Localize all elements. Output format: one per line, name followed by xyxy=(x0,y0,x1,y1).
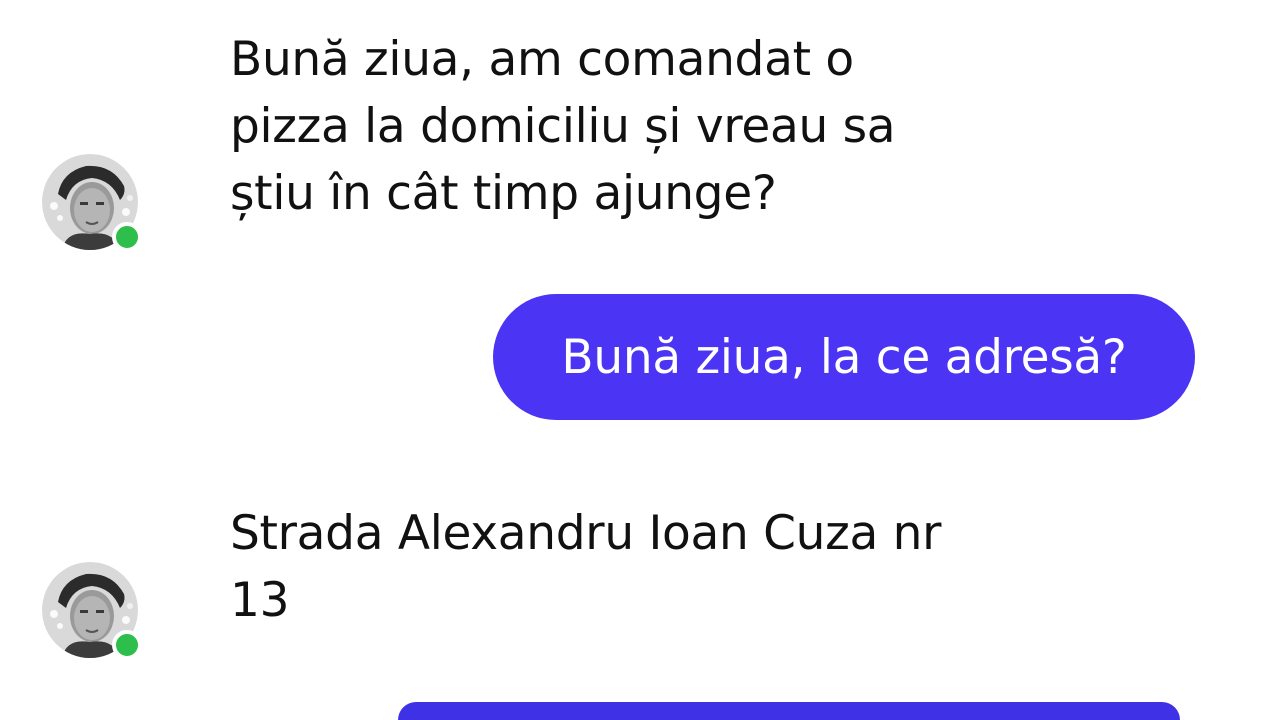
contact-avatar[interactable] xyxy=(42,154,142,252)
contact-avatar[interactable] xyxy=(42,562,142,660)
outgoing-message-text: Bună ziua, la ce adresă? xyxy=(561,329,1127,385)
chat-thread: Bună ziua, am comandat o pizza la domici… xyxy=(0,0,1280,720)
outgoing-message-bubble-partial[interactable] xyxy=(398,702,1180,720)
incoming-message-text: Strada Alexandru Ioan Cuza nr 13 xyxy=(230,506,942,628)
online-status-indicator xyxy=(112,222,142,252)
incoming-message-text: Bună ziua, am comandat o pizza la domici… xyxy=(230,32,896,221)
outgoing-message-bubble[interactable]: Bună ziua, la ce adresă? xyxy=(493,294,1195,420)
online-status-indicator xyxy=(112,630,142,660)
